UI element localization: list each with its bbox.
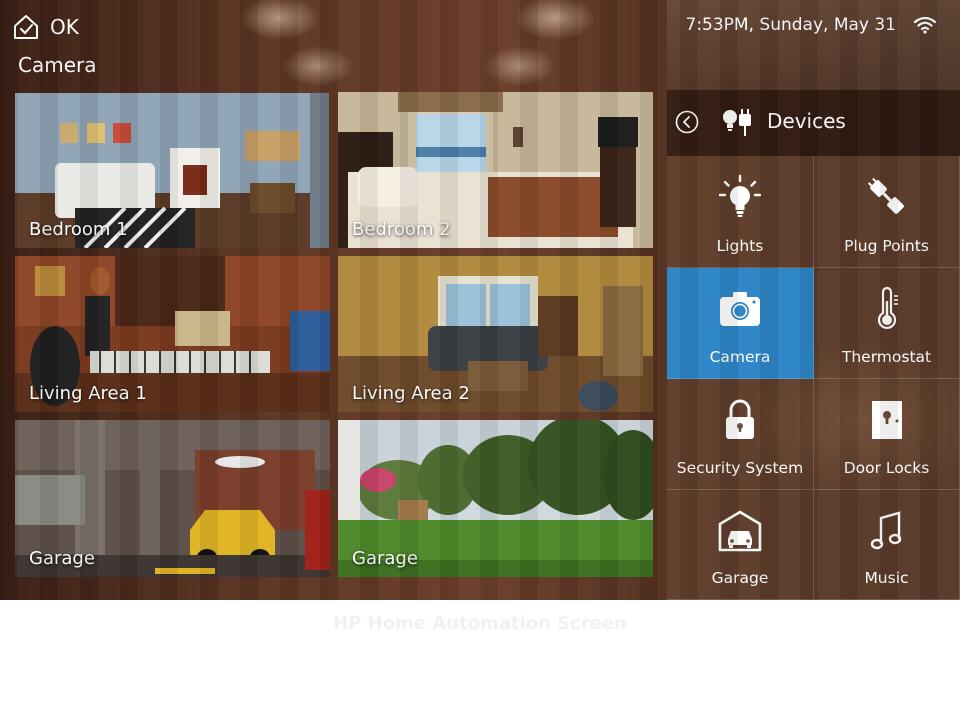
home-check-icon bbox=[14, 15, 38, 39]
camera-label: Garage bbox=[352, 548, 418, 569]
ok-label: OK bbox=[50, 15, 79, 39]
camera-label: Living Area 2 bbox=[352, 383, 470, 404]
device-label: Plug Points bbox=[844, 237, 929, 255]
status-bar: 7:53PM, Sunday, May 31 bbox=[667, 0, 960, 90]
camera-feed-garage-2[interactable]: Garage bbox=[338, 420, 653, 577]
door-lock-icon bbox=[871, 401, 902, 439]
device-label: Music bbox=[864, 569, 909, 587]
devices-header: Devices bbox=[667, 90, 960, 156]
device-tile-camera[interactable]: Camera bbox=[667, 268, 814, 379]
device-label: Lights bbox=[716, 237, 764, 255]
camera-label: Bedroom 1 bbox=[29, 219, 128, 240]
home-automation-screen: OK Camera Bedroom 1 Bedroom 2 Living Are… bbox=[0, 0, 960, 600]
plug-icon bbox=[867, 177, 904, 214]
device-label: Security System bbox=[676, 459, 804, 477]
ok-button[interactable]: OK bbox=[12, 13, 79, 41]
camera-icon bbox=[720, 292, 760, 326]
device-tile-lights[interactable]: Lights bbox=[667, 156, 814, 268]
music-note-icon bbox=[870, 511, 901, 550]
camera-feed-garage-1[interactable]: Garage bbox=[15, 420, 330, 577]
camera-feed-living-area-1[interactable]: Living Area 1 bbox=[15, 256, 330, 412]
camera-label: Living Area 1 bbox=[29, 383, 147, 404]
bulb-icon bbox=[718, 174, 762, 217]
devices-grid: Lights Plug Points Camera Thermostat Sec… bbox=[667, 156, 960, 600]
garage-car-icon bbox=[718, 510, 762, 552]
device-tile-plug-points[interactable]: Plug Points bbox=[814, 156, 960, 268]
device-tile-music[interactable]: Music bbox=[814, 490, 960, 600]
back-arrow-icon[interactable] bbox=[675, 110, 699, 134]
camera-feed-living-area-2[interactable]: Living Area 2 bbox=[338, 256, 653, 412]
thermometer-icon bbox=[877, 286, 898, 330]
page-title: Camera bbox=[18, 53, 97, 77]
device-label: Door Locks bbox=[843, 459, 930, 477]
clock: 7:53PM, Sunday, May 31 bbox=[685, 15, 897, 35]
bulb-plug-icon bbox=[723, 109, 751, 136]
devices-panel: 7:53PM, Sunday, May 31 Devices Lights Pl… bbox=[667, 0, 960, 600]
devices-title: Devices bbox=[767, 109, 846, 133]
device-tile-security-system[interactable]: Security System bbox=[667, 379, 814, 490]
device-label: Camera bbox=[709, 348, 771, 366]
camera-label: Garage bbox=[29, 548, 95, 569]
camera-feed-bedroom-1[interactable]: Bedroom 1 bbox=[15, 93, 329, 248]
device-tile-thermostat[interactable]: Thermostat bbox=[814, 268, 960, 379]
wifi-icon bbox=[914, 16, 936, 34]
screen-caption: HP Home Automation Screen bbox=[333, 613, 627, 634]
device-tile-door-locks[interactable]: Door Locks bbox=[814, 379, 960, 490]
device-tile-garage[interactable]: Garage bbox=[667, 490, 814, 600]
camera-feed-bedroom-2[interactable]: Bedroom 2 bbox=[338, 92, 653, 248]
camera-label: Bedroom 2 bbox=[352, 219, 451, 240]
padlock-icon bbox=[726, 399, 754, 439]
device-label: Garage bbox=[711, 569, 769, 587]
device-label: Thermostat bbox=[841, 348, 932, 366]
